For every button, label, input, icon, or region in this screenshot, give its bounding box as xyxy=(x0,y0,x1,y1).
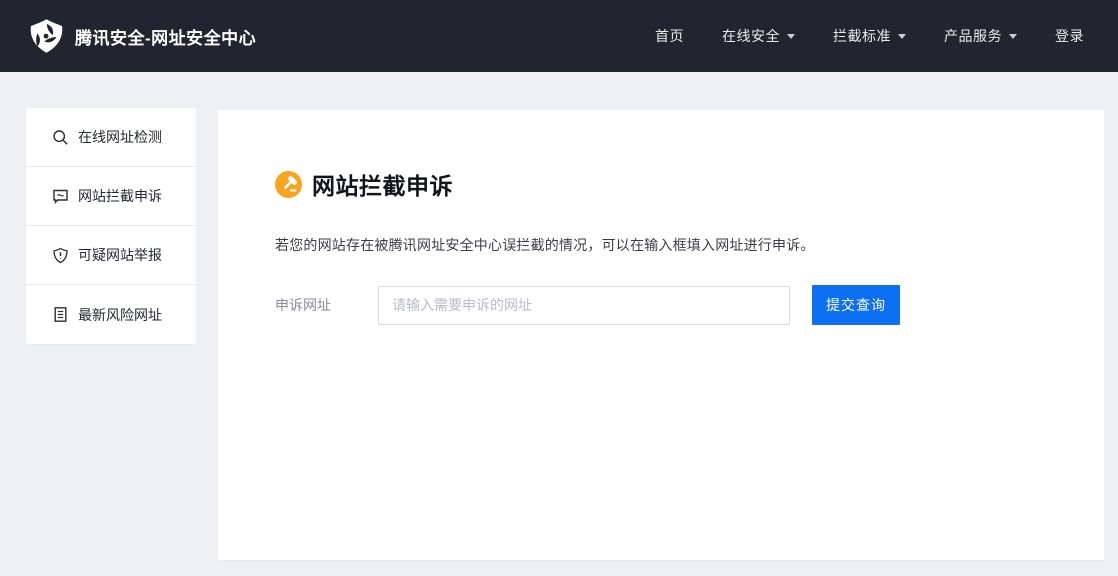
comment-icon xyxy=(52,188,69,205)
sidebar-item-latest-risk[interactable]: 最新风险网址 xyxy=(26,285,196,344)
page-title: 网站拦截申诉 xyxy=(312,173,453,199)
page-title-row: 网站拦截申诉 xyxy=(275,167,1104,201)
nav-home[interactable]: 首页 xyxy=(655,26,684,46)
sidebar: 在线网址检测 网站拦截申诉 可疑网站举报 最新风险网址 xyxy=(26,108,196,344)
page-description: 若您的网站存在被腾讯网址安全中心误拦截的情况，可以在输入框填入网址进行申诉。 xyxy=(275,237,815,253)
sidebar-item-label: 最新风险网址 xyxy=(78,306,162,323)
nav-home-label: 首页 xyxy=(655,28,684,44)
sidebar-item-label: 在线网址检测 xyxy=(78,129,162,145)
sidebar-item-url-check[interactable]: 在线网址检测 xyxy=(26,108,196,167)
shield-alert-icon xyxy=(52,247,69,264)
chevron-down-icon xyxy=(787,33,795,39)
sidebar-item-suspicious-report[interactable]: 可疑网站举报 xyxy=(26,226,196,285)
nav-login[interactable]: 登录 xyxy=(1055,26,1084,46)
main-nav: 首页 在线安全 拦截标准 产品服务 登录 xyxy=(655,26,1084,46)
submit-query-button[interactable]: 提交查询 xyxy=(812,285,900,325)
search-icon xyxy=(52,129,69,146)
nav-block-standard[interactable]: 拦截标准 xyxy=(833,26,906,46)
appeal-form: 申诉网址 提交查询 xyxy=(275,285,1104,325)
nav-products[interactable]: 产品服务 xyxy=(944,26,1017,46)
chevron-down-icon xyxy=(898,33,906,39)
content-card: 网站拦截申诉 若您的网站存在被腾讯网址安全中心误拦截的情况，可以在输入框填入网址… xyxy=(218,110,1104,560)
nav-products-label: 产品服务 xyxy=(944,28,1002,44)
brand[interactable]: 腾讯安全-网址安全中心 xyxy=(28,17,256,55)
nav-online-security[interactable]: 在线安全 xyxy=(722,26,795,46)
appeal-url-label: 申诉网址 xyxy=(275,297,331,313)
gavel-icon xyxy=(275,170,302,198)
nav-login-label: 登录 xyxy=(1055,28,1084,44)
nav-online-security-label: 在线安全 xyxy=(722,28,780,44)
appeal-url-input[interactable] xyxy=(378,285,790,325)
document-icon xyxy=(52,306,69,323)
top-navbar: 腾讯安全-网址安全中心 首页 在线安全 拦截标准 产品服务 登录 xyxy=(0,0,1118,72)
sidebar-item-label: 可疑网站举报 xyxy=(78,247,162,263)
chevron-down-icon xyxy=(1009,33,1017,39)
sidebar-item-label: 网站拦截申诉 xyxy=(78,188,162,204)
nav-block-standard-label: 拦截标准 xyxy=(833,28,891,44)
tencent-security-logo xyxy=(30,19,63,53)
brand-title: 腾讯安全-网址安全中心 xyxy=(75,28,257,48)
sidebar-item-block-appeal[interactable]: 网站拦截申诉 xyxy=(26,167,196,226)
